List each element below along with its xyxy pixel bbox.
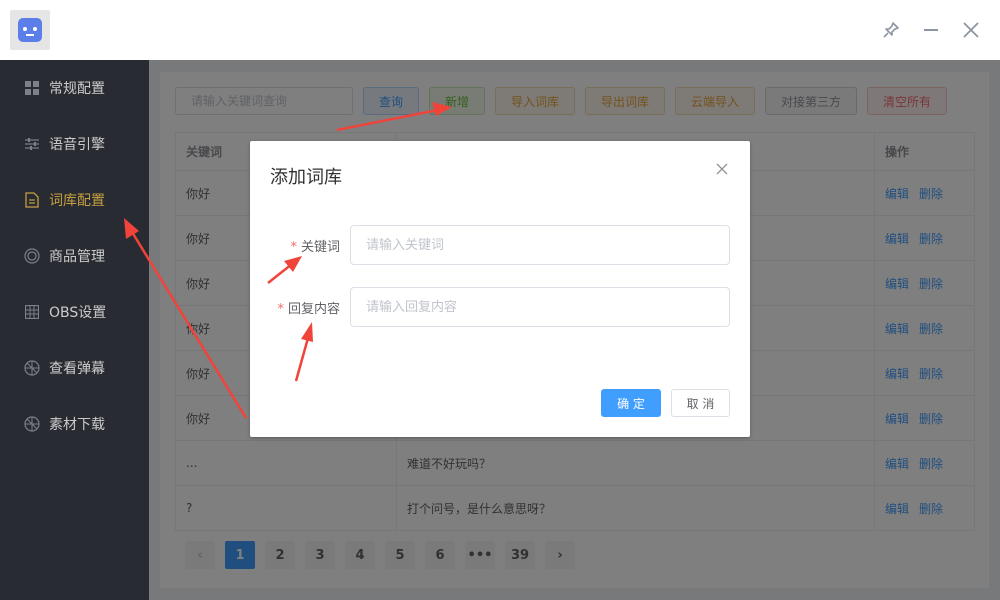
sidebar-dim-overlay [0,60,149,600]
reply-label-text: 回复内容 [287,302,340,317]
pin-icon[interactable] [877,16,905,44]
add-lexicon-dialog: 添加词库 *关键词 *回复内容 确 定 取 消 [250,141,750,437]
keyword-field[interactable] [350,225,730,265]
keyword-label: * 关键词 [270,236,340,255]
minimize-icon[interactable] [917,16,945,44]
cancel-button[interactable]: 取 消 [671,389,730,417]
keyword-label-text: 关键词 [300,240,340,255]
title-bar [0,0,1000,60]
app-logo [10,10,50,50]
dialog-title: 添加词库 [270,167,342,188]
confirm-button[interactable]: 确 定 [601,389,661,417]
required-mark: * [290,240,297,255]
close-icon[interactable] [712,159,732,179]
close-window-icon[interactable] [957,16,985,44]
robot-icon [18,18,42,42]
reply-field[interactable] [350,287,730,327]
reply-label: * 回复内容 [270,298,340,317]
required-mark: * [277,302,284,317]
